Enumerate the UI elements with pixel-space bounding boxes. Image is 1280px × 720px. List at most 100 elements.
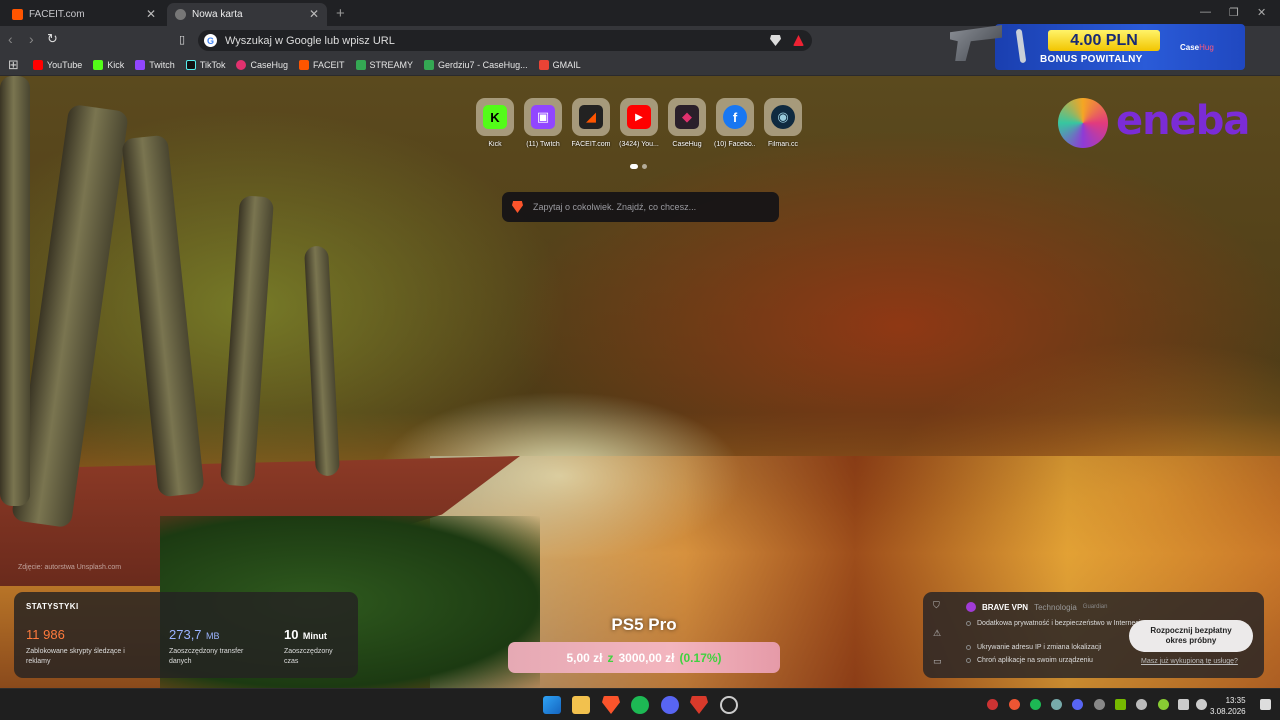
casehug-ad-banner[interactable]: 4.00 PLN BONUS POWITALNY CaseHug bbox=[950, 21, 1250, 73]
bookmark-gerdziu7[interactable]: Gerdziu7 - CaseHug... bbox=[424, 59, 528, 70]
stat-trackers: 11 986 Zablokowane skrypty śledzące i re… bbox=[26, 626, 136, 667]
bookmark-faceit[interactable]: FACEIT bbox=[299, 59, 345, 70]
filman-icon: ◉ bbox=[771, 105, 795, 129]
brave-icon[interactable] bbox=[602, 696, 620, 714]
shield-icon[interactable]: ⛉ bbox=[933, 600, 940, 611]
address-bar[interactable]: G Wyszukaj w Google lub wpisz URL bbox=[198, 30, 812, 51]
goal-current: 5,00 zł bbox=[566, 650, 603, 665]
tiktok-icon bbox=[185, 59, 196, 70]
tray-app-icon[interactable] bbox=[1136, 699, 1147, 710]
microphone-icon[interactable] bbox=[1158, 699, 1169, 710]
photo-credit: Zdjęcie: autorstwa Unsplash.com bbox=[18, 564, 122, 571]
youtube-icon bbox=[32, 59, 43, 70]
search-box[interactable]: Zapytaj o cokolwiek. Znajdź, co chcesz..… bbox=[502, 192, 779, 222]
google-icon: G bbox=[204, 34, 217, 47]
steam-tray-icon[interactable] bbox=[1051, 699, 1062, 710]
close-tab-icon[interactable]: ✕ bbox=[309, 7, 319, 21]
tray-app-icon[interactable] bbox=[1094, 699, 1105, 710]
pager-dot[interactable] bbox=[642, 164, 647, 169]
vpn-feature: Ukrywanie adresu IP i zmiana lokalizacji bbox=[966, 643, 1146, 652]
twitch-icon bbox=[135, 59, 146, 70]
tab-title: FACEIT.com bbox=[29, 9, 85, 20]
start-icon[interactable] bbox=[543, 696, 561, 714]
tree-trunk bbox=[219, 195, 275, 487]
back-icon[interactable]: ‹ bbox=[8, 31, 13, 47]
close-window-icon[interactable]: ✕ bbox=[1257, 6, 1266, 19]
top-site-faceit[interactable]: ◢ FACEIT.com bbox=[570, 98, 612, 148]
vpn-header: BRAVE VPN Technologia Guardian bbox=[966, 602, 1107, 612]
stats-title: STATYSTYKI bbox=[26, 602, 79, 611]
top-site-casehug[interactable]: ◆ CaseHug bbox=[666, 98, 708, 148]
clock-time: 13:35 bbox=[1225, 696, 1246, 705]
tray-app-icon[interactable] bbox=[987, 699, 998, 710]
forward-icon[interactable]: › bbox=[29, 31, 34, 47]
goal-progress-bar[interactable]: 5,00 zł z 3000,00 zł (0.17%) bbox=[508, 642, 780, 673]
network-icon[interactable] bbox=[1178, 699, 1189, 710]
tray-app-icon[interactable] bbox=[1009, 699, 1020, 710]
twitch-icon: ▣ bbox=[531, 105, 555, 129]
brave-beta-icon[interactable] bbox=[690, 696, 708, 714]
goal-title: PS5 Pro bbox=[611, 615, 677, 634]
bookmark-tiktok[interactable]: TikTok bbox=[185, 59, 225, 70]
minimize-icon[interactable]: — bbox=[1200, 6, 1211, 18]
file-explorer-icon[interactable] bbox=[572, 696, 590, 714]
top-site-youtube[interactable]: ▶ (3424) You... bbox=[618, 98, 660, 148]
bookmark-youtube[interactable]: YouTube bbox=[32, 59, 82, 70]
spotify-tray-icon[interactable] bbox=[1030, 699, 1041, 710]
stat-bandwidth: 273,7 MB Zaoszczędzony transfer danych bbox=[169, 626, 259, 667]
vpn-guardian: Guardian bbox=[1082, 604, 1108, 610]
search-input[interactable]: Zapytaj o cokolwiek. Znajdź, co chcesz..… bbox=[533, 202, 696, 212]
vpn-tech: Technologia bbox=[1034, 602, 1077, 612]
tab-faceit[interactable]: FACEIT.com ✕ bbox=[4, 3, 164, 26]
vpn-already-purchased-link[interactable]: Masz już wykupioną tę usługę? bbox=[1141, 658, 1238, 665]
faceit-icon bbox=[12, 9, 23, 20]
apps-grid-icon[interactable]: ⊞ bbox=[8, 57, 19, 73]
tab-new-tab[interactable]: Nowa karta ✕ bbox=[167, 3, 327, 26]
pager-dot[interactable] bbox=[630, 164, 638, 169]
top-sites-pager bbox=[630, 164, 647, 169]
tree-trunk bbox=[0, 76, 30, 506]
stat-time: 10 Minut Zaoszczędzony czas bbox=[284, 626, 344, 667]
faceit-icon bbox=[299, 59, 310, 70]
vpn-logo-icon bbox=[966, 602, 976, 612]
new-tab-button[interactable]: + bbox=[336, 5, 345, 22]
system-clock[interactable]: 13:35 3.08.2026 bbox=[1210, 695, 1246, 717]
volume-icon[interactable] bbox=[1196, 699, 1207, 710]
bookmark-gmail[interactable]: GMAIL bbox=[538, 59, 581, 70]
reload-icon[interactable]: ↻ bbox=[47, 31, 58, 47]
discord-tray-icon[interactable] bbox=[1072, 699, 1083, 710]
bookmark-streamy[interactable]: STREAMY bbox=[355, 59, 413, 70]
goal-percent: (0.17%) bbox=[679, 650, 722, 665]
vpn-name: BRAVE VPN bbox=[982, 602, 1029, 612]
folder-icon bbox=[355, 59, 366, 70]
top-site-facebook[interactable]: f (10) Facebo... bbox=[714, 98, 756, 148]
card-icon[interactable]: ▭ bbox=[933, 656, 942, 667]
top-site-kick[interactable]: K Kick bbox=[474, 98, 516, 148]
goal-of: z bbox=[607, 650, 614, 665]
bookmark-icon[interactable]: ▯ bbox=[179, 33, 185, 46]
stat-unit: Minut bbox=[302, 631, 327, 641]
stats-widget: STATYSTYKI 11 986 Zablokowane skrypty śl… bbox=[14, 592, 358, 678]
nvidia-tray-icon[interactable] bbox=[1115, 699, 1126, 710]
brave-lion-icon bbox=[512, 201, 523, 213]
eneba-logo[interactable]: eneba bbox=[1058, 94, 1250, 152]
top-site-filman[interactable]: ◉ Filman.cc bbox=[762, 98, 804, 148]
faceit-icon: ◢ bbox=[579, 105, 603, 129]
ad-price: 4.00 PLN bbox=[1048, 30, 1160, 51]
bookmark-twitch[interactable]: Twitch bbox=[135, 59, 175, 70]
bookmark-casehug[interactable]: CaseHug bbox=[236, 59, 288, 70]
warning-icon[interactable]: ⚠ bbox=[933, 628, 941, 639]
eneba-logo-mark bbox=[1058, 98, 1108, 148]
vpn-start-trial-button[interactable]: Rozpocznij bezpłatny okres próbny bbox=[1129, 620, 1253, 652]
notifications-icon[interactable] bbox=[1260, 699, 1271, 710]
maximize-icon[interactable]: ❐ bbox=[1229, 6, 1239, 19]
faceit-anticheat-icon[interactable] bbox=[720, 696, 738, 714]
tree-trunk bbox=[121, 134, 205, 498]
address-input[interactable]: Wyszukaj w Google lub wpisz URL bbox=[225, 35, 395, 47]
spotify-icon[interactable] bbox=[631, 696, 649, 714]
discord-icon[interactable] bbox=[661, 696, 679, 714]
bookmark-kick[interactable]: Kick bbox=[93, 59, 124, 70]
close-tab-icon[interactable]: ✕ bbox=[146, 7, 156, 21]
top-site-twitch[interactable]: ▣ (11) Twitch bbox=[522, 98, 564, 148]
stat-value: 11 986 bbox=[26, 627, 65, 642]
